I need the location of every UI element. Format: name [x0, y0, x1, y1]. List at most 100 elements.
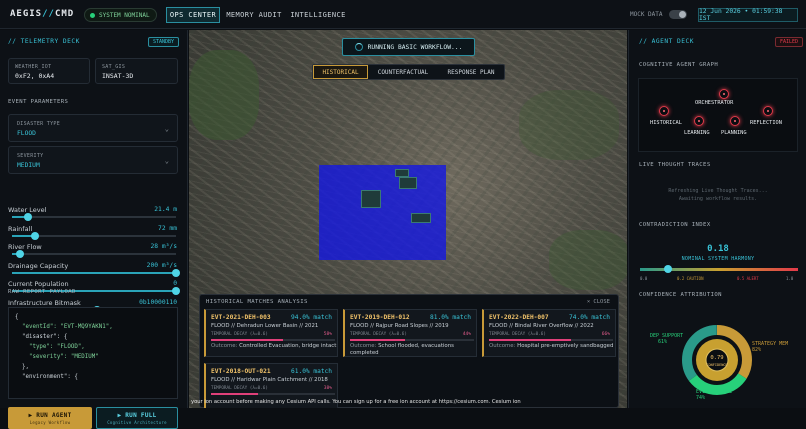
severity-select[interactable]: SEVERITY MEDIUM ⌄ [8, 146, 178, 174]
event-card[interactable]: EVT-2019-DEH-012 81.0% match FLOOD // Rajp… [343, 309, 477, 357]
run-agent-sublabel: Legacy Workflow [29, 419, 71, 425]
node-orchestrator[interactable] [719, 89, 729, 99]
dep-pct: 61% [658, 339, 667, 345]
slider-track[interactable] [12, 268, 180, 277]
event-id: EVT-2018-OUT-021 [211, 368, 271, 375]
tab-counterfactual[interactable]: COUNTERFACTUAL [368, 65, 438, 79]
disaster-type-value: FLOOD [17, 130, 36, 137]
spinner-icon [354, 43, 363, 51]
chevron-down-icon: ⌄ [164, 157, 169, 165]
agent-graph[interactable]: ORCHESTRATOR HISTORICAL LEARNING PLANNIN… [638, 78, 798, 152]
evidence-pct: 74% [696, 395, 705, 401]
tab-memory-audit[interactable]: MEMORY AUDIT [226, 7, 282, 23]
slider-handle[interactable] [30, 231, 39, 240]
slider-value: 28 m³/s [150, 243, 177, 250]
mock-data-toggle[interactable] [669, 10, 687, 19]
close-button[interactable]: × CLOSE [587, 299, 610, 305]
slider-track[interactable] [12, 250, 176, 258]
map-vegetation [519, 90, 619, 160]
failed-badge: FAILED [775, 37, 804, 47]
contradiction-gauge [640, 265, 798, 273]
event-match: 94.0% match [291, 314, 332, 321]
event-description: FLOOD // Haridwar Plain Catchment // 201… [211, 377, 328, 383]
traces-title: LIVE THOUGHT TRACES [639, 162, 711, 168]
building-marker [399, 177, 417, 189]
slider-track[interactable] [12, 213, 176, 221]
trace-line: Refreshing Live Thought Traces... [668, 188, 768, 194]
event-outcome: Outcome: Hospital pre-emptively sandbagg… [489, 343, 615, 350]
event-description: FLOOD // Bindal River Overflow // 2022 [489, 323, 594, 329]
harmony-label: NOMINAL SYSTEM HARMONY [681, 256, 755, 262]
decay-bar [489, 339, 613, 341]
sat-gis-card: SAT_GIS INSAT-3D [95, 58, 178, 84]
tab-response-plan[interactable]: RESPONSE PLAN [438, 65, 504, 79]
run-full-button[interactable]: ▶ RUN FULL Cognitive Architecture [96, 407, 178, 429]
decay-label: TEMPORAL DECAY (λ=0.6) [350, 332, 407, 337]
outcome-label: Outcome: [489, 343, 516, 349]
slider-handle[interactable] [172, 287, 180, 295]
node-label-reflection: REFLECTION [750, 120, 782, 126]
node-planning[interactable] [730, 116, 740, 126]
event-card[interactable]: EVT-2021-DEH-003 94.0% match FLOOD // Dehr… [204, 309, 338, 357]
strategy-pct: 82% [752, 347, 761, 353]
node-label-learning: LEARNING [684, 130, 710, 136]
decay-fill [211, 393, 259, 395]
sat-gis-value: INSAT-3D [102, 72, 134, 80]
cesium-notice: your ion account before making any Cesiu… [191, 399, 521, 405]
event-params-heading: EVENT PARAMETERS [8, 99, 69, 105]
json-line: }, [15, 364, 29, 370]
center-label: CONFIDENCE [706, 363, 727, 367]
event-outcome: Outcome: Controlled Evacuation, bridge i… [211, 343, 337, 350]
tab-ops-center[interactable]: OPS CENTER [166, 7, 220, 23]
json-line: "disaster": { [15, 334, 68, 340]
decay-fill [350, 339, 405, 341]
decay-fill [489, 339, 571, 341]
run-full-sublabel: Cognitive Architecture [107, 419, 167, 425]
top-bar: AEGIS//CMD SYSTEM NOMINAL OPS CENTER MEM… [0, 0, 806, 29]
telemetry-deck: // TELEMETRY DECK STANDBY WEATHER_IOT 0x… [0, 30, 188, 429]
flood-overlay[interactable] [319, 165, 446, 260]
standby-badge: STANDBY [148, 37, 180, 47]
raw-payload-heading: RAW REPORT PAYLOAD [8, 289, 76, 295]
sat-gis-label: SAT_GIS [102, 64, 126, 70]
slider-handle[interactable] [24, 213, 33, 221]
satellite-map[interactable]: RUNNING BASIC WORKFLOW... HISTORICAL COU… [189, 30, 627, 408]
json-line: "type": "FLOOD", [15, 344, 85, 350]
slider-value: 0 [173, 280, 177, 287]
disaster-type-select[interactable]: DISASTER TYPE FLOOD ⌄ [8, 114, 178, 142]
tab-intelligence[interactable]: INTELLIGENCE [290, 7, 345, 23]
node-reflection[interactable] [763, 106, 773, 116]
status-dot-icon [90, 12, 95, 18]
event-match: 74.0% match [569, 314, 610, 321]
event-match: 61.0% match [291, 368, 332, 375]
decay-percent: 66% [601, 332, 610, 337]
run-agent-button[interactable]: ▶ RUN AGENT Legacy Workflow [8, 407, 92, 429]
confidence-title: CONFIDENCE ATTRIBUTION [639, 292, 722, 298]
node-label-historical: HISTORICAL [650, 120, 682, 126]
event-id: EVT-2019-DEH-012 [350, 314, 410, 321]
map-vegetation [549, 230, 627, 290]
center-value: 0.79 [710, 355, 723, 361]
event-card[interactable]: EVT-2022-DEH-007 74.0% match FLOOD // Bind… [482, 309, 616, 357]
decay-label: TEMPORAL DECAY (λ=0.6) [211, 386, 268, 391]
outcome-text: Hospital pre-emptively sandbagged [517, 343, 614, 349]
node-historical[interactable] [659, 106, 669, 116]
slider-handle[interactable] [172, 268, 180, 277]
event-id: EVT-2022-DEH-007 [489, 314, 549, 321]
telemetry-title: // TELEMETRY DECK [8, 38, 80, 45]
slider-track[interactable] [12, 231, 176, 240]
tab-historical[interactable]: HISTORICAL [313, 65, 368, 79]
json-line: { [15, 314, 19, 320]
tick-label: 0.5 ALERT [737, 276, 759, 281]
json-line: "eventId": "EVT-MQ9YAKN1", [15, 324, 113, 330]
event-match: 81.0% match [430, 314, 471, 321]
raw-payload-viewer[interactable]: { "eventId": "EVT-MQ9YAKN1", "disaster":… [8, 307, 178, 399]
node-learning[interactable] [694, 116, 704, 126]
contradiction-title: CONTRADICTION INDEX [639, 222, 711, 228]
building-marker [395, 169, 409, 177]
slider-handle[interactable] [16, 250, 25, 258]
decay-percent: 58% [323, 332, 332, 337]
slider-fill [12, 271, 176, 274]
weather-iot-label: WEATHER_IOT [15, 64, 52, 70]
node-label-orchestrator: ORCHESTRATOR [695, 100, 734, 106]
